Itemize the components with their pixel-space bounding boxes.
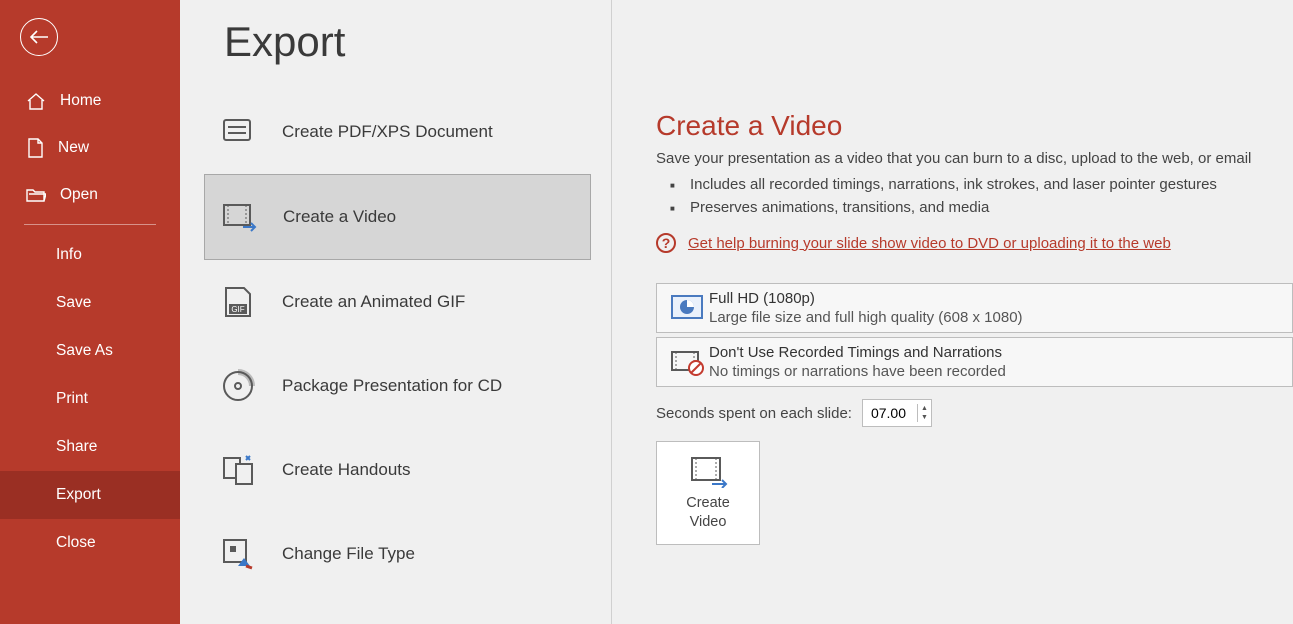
seconds-row: Seconds spent on each slide: ▲ ▼ — [656, 399, 1293, 427]
sidebar-label: Home — [60, 92, 101, 110]
export-detail-panel: Create a Video Save your presentation as… — [612, 0, 1293, 624]
detail-bullet: Preserves animations, transitions, and m… — [670, 196, 1293, 219]
sidebar-item-open[interactable]: Open — [0, 172, 180, 218]
export-option-label: Create Handouts — [282, 460, 411, 480]
timings-main: Don't Use Recorded Timings and Narration… — [709, 344, 1282, 361]
spinner-up[interactable]: ▲ — [918, 404, 931, 413]
detail-subtitle: Save your presentation as a video that y… — [656, 150, 1293, 167]
export-option-handouts[interactable]: Create Handouts — [204, 428, 591, 512]
video-icon — [219, 199, 259, 235]
page-title: Export — [224, 18, 611, 66]
export-option-label: Create PDF/XPS Document — [282, 122, 493, 142]
sidebar-item-home[interactable]: Home — [0, 78, 180, 124]
create-video-label: CreateVideo — [686, 494, 730, 532]
export-options-panel: Export Create PDF/XPS Document Create a … — [180, 0, 612, 624]
sidebar-item-share[interactable]: Share — [0, 423, 180, 471]
new-icon — [26, 138, 44, 158]
export-option-file-type[interactable]: Change File Type — [204, 512, 591, 596]
detail-bullet: Includes all recorded timings, narration… — [670, 173, 1293, 196]
backstage-sidebar: Home New Open Info Save Save As Print Sh… — [0, 0, 180, 624]
export-option-cd[interactable]: Package Presentation for CD — [204, 344, 591, 428]
sidebar-divider — [24, 224, 156, 225]
pdf-icon — [218, 114, 258, 150]
export-backstage-view: Home New Open Info Save Save As Print Sh… — [0, 0, 1293, 624]
sidebar-item-close[interactable]: Close — [0, 519, 180, 567]
resolution-dropdown[interactable]: Full HD (1080p) Large file size and full… — [656, 283, 1293, 333]
timings-sub: No timings or narrations have been recor… — [709, 363, 1282, 380]
resolution-main: Full HD (1080p) — [709, 290, 1282, 307]
sidebar-item-save[interactable]: Save — [0, 279, 180, 327]
sidebar-item-new[interactable]: New — [0, 124, 180, 172]
sidebar-label: Open — [60, 186, 98, 204]
spinner-down[interactable]: ▼ — [918, 413, 931, 422]
sidebar-item-export[interactable]: Export — [0, 471, 180, 519]
create-video-icon — [688, 454, 728, 488]
export-options-list: Create PDF/XPS Document Create a Video G… — [180, 90, 611, 596]
detail-title: Create a Video — [656, 110, 1293, 142]
export-option-label: Change File Type — [282, 544, 415, 564]
timings-dropdown[interactable]: Don't Use Recorded Timings and Narration… — [656, 337, 1293, 387]
cd-icon — [218, 368, 258, 404]
export-option-label: Create a Video — [283, 207, 396, 227]
create-video-button[interactable]: CreateVideo — [656, 441, 760, 545]
monitor-icon — [665, 294, 709, 322]
svg-text:GIF: GIF — [231, 305, 244, 314]
sidebar-item-save-as[interactable]: Save As — [0, 327, 180, 375]
file-type-icon — [218, 536, 258, 572]
detail-bullet-list: Includes all recorded timings, narration… — [670, 173, 1293, 219]
export-option-video[interactable]: Create a Video — [204, 174, 591, 260]
export-option-pdf[interactable]: Create PDF/XPS Document — [204, 90, 591, 174]
sidebar-item-info[interactable]: Info — [0, 231, 180, 279]
export-option-gif[interactable]: GIF Create an Animated GIF — [204, 260, 591, 344]
sidebar-label: New — [58, 139, 89, 157]
back-button[interactable] — [20, 18, 58, 56]
export-option-label: Package Presentation for CD — [282, 376, 502, 396]
help-link[interactable]: Get help burning your slide show video t… — [688, 235, 1171, 252]
sidebar-item-print[interactable]: Print — [0, 375, 180, 423]
resolution-sub: Large file size and full high quality (6… — [709, 309, 1282, 326]
home-icon — [26, 92, 46, 110]
seconds-input[interactable] — [863, 400, 917, 426]
back-arrow-icon — [30, 30, 48, 44]
gif-icon: GIF — [218, 284, 258, 320]
handouts-icon — [218, 452, 258, 488]
seconds-spinner[interactable]: ▲ ▼ — [862, 399, 932, 427]
help-icon: ? — [656, 233, 676, 253]
filmstrip-no-icon — [665, 348, 709, 376]
seconds-label: Seconds spent on each slide: — [656, 405, 852, 422]
help-row: ? Get help burning your slide show video… — [656, 233, 1293, 253]
export-option-label: Create an Animated GIF — [282, 292, 465, 312]
open-icon — [26, 187, 46, 203]
